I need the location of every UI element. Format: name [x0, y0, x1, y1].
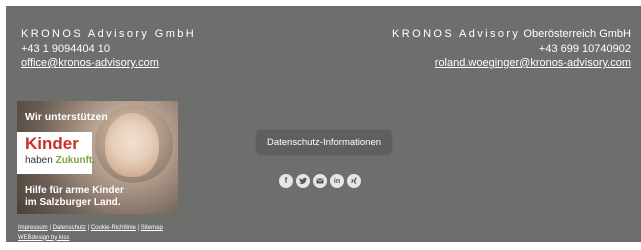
webdesign-link[interactable]: WEBdesign by kiss — [18, 235, 69, 241]
linkedin-icon[interactable]: in — [330, 174, 344, 188]
left-contact-block: KRONOS Advisory GmbH +43 1 9094404 10 of… — [21, 27, 196, 71]
left-phone: +43 1 9094404 10 — [21, 42, 111, 55]
legal-separator: | — [137, 225, 140, 231]
social-icons: f in — [279, 174, 361, 188]
datenschutz-link[interactable]: Datenschutz — [53, 225, 86, 231]
twitter-icon[interactable] — [296, 174, 310, 188]
right-contact-block: KRONOS Advisory Oberösterreich GmbH +43 … — [392, 27, 631, 71]
banner-hilfe-text: Hilfe für arme Kinder im Salzburger Land… — [25, 185, 124, 208]
banner-zukunft-word: Zukunft. — [55, 155, 96, 166]
sitemap-link[interactable]: Sitemap — [141, 225, 163, 231]
legal-separator: | — [87, 225, 90, 231]
banner-haben-word: haben — [25, 155, 53, 166]
legal-separator: | — [49, 225, 51, 231]
email-icon[interactable] — [313, 174, 327, 188]
banner-haben-text: haben Zukunft. — [25, 155, 95, 166]
xing-icon[interactable] — [347, 174, 361, 188]
facebook-icon[interactable]: f — [279, 174, 293, 188]
xing-shape — [350, 177, 357, 184]
right-phone: +43 699 10740902 — [538, 42, 631, 55]
banner-hilfe-line1: Hilfe für arme Kinder — [25, 185, 124, 196]
left-email-link[interactable]: office@kronos-advisory.com — [21, 57, 159, 69]
right-company-suffix: Oberösterreich GmbH — [523, 28, 631, 40]
privacy-info-button[interactable]: Datenschutz-Informationen — [256, 130, 392, 155]
banner-kinder-text: Kinder — [25, 134, 79, 153]
charity-banner[interactable]: Wir unterstützen Kinder haben Zukunft. H… — [17, 101, 178, 214]
impressum-link[interactable]: Impressum — [18, 225, 48, 231]
footer: KRONOS Advisory GmbH +43 1 9094404 10 of… — [6, 6, 641, 242]
left-company-name: KRONOS Advisory GmbH — [21, 28, 197, 40]
banner-top-text: Wir unterstützen — [25, 111, 108, 123]
banner-photo-face — [105, 113, 159, 177]
envelope-shape — [316, 178, 324, 184]
banner-hilfe-line2: im Salzburger Land. — [25, 196, 121, 208]
legal-links: Impressum | Datenschutz | Cookie-Richtli… — [18, 224, 163, 243]
cookie-link[interactable]: Cookie-Richtlinie — [91, 225, 136, 231]
right-email-link[interactable]: roland.woeginger@kronos-advisory.com — [435, 57, 631, 69]
right-company-prefix: KRONOS Advisory — [392, 28, 521, 40]
twitter-bird-shape — [299, 177, 307, 184]
